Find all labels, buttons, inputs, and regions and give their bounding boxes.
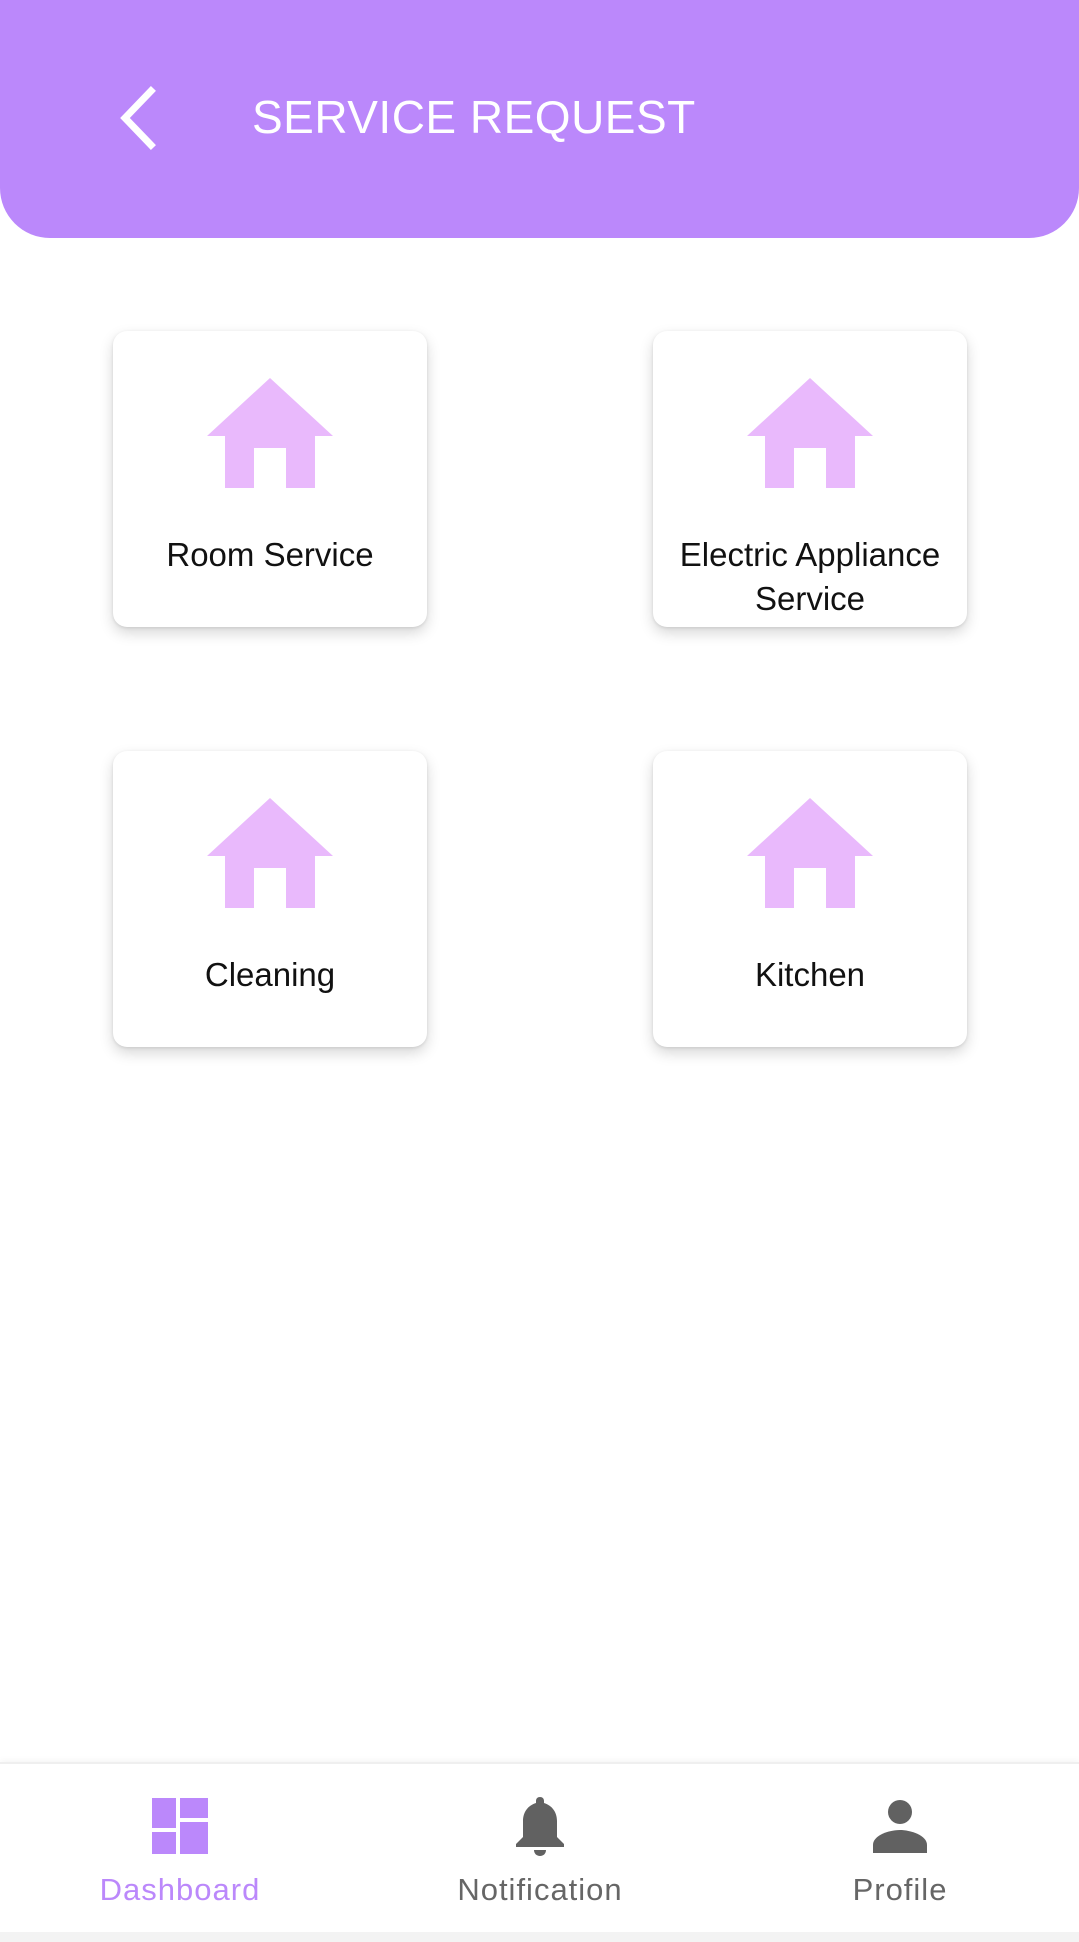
service-card-kitchen[interactable]: Kitchen	[653, 751, 967, 1047]
person-icon	[873, 1800, 927, 1853]
service-card-cleaning[interactable]: Cleaning	[113, 751, 427, 1047]
home-icon	[207, 798, 333, 908]
nav-label: Notification	[457, 1872, 623, 1907]
nav-label: Profile	[852, 1872, 948, 1907]
nav-label: Dashboard	[99, 1872, 261, 1907]
home-icon	[747, 378, 873, 488]
nav-item-dashboard[interactable]: Dashboard	[0, 1764, 360, 1934]
nav-item-profile[interactable]: Profile	[720, 1764, 1079, 1934]
app-screen: SERVICE REQUEST Room Service Electric Ap…	[0, 0, 1079, 1942]
service-card-label: Cleaning	[204, 956, 336, 993]
system-nav-strip	[0, 1932, 1079, 1942]
page-title: SERVICE REQUEST	[252, 91, 696, 143]
home-icon	[207, 378, 333, 488]
home-icon	[747, 798, 873, 908]
service-card-label: Electric Appliance Service	[679, 536, 941, 617]
service-card-electric-appliance[interactable]: Electric Appliance Service	[653, 331, 967, 627]
nav-item-notification[interactable]: Notification	[360, 1764, 720, 1934]
service-card-label: Room Service	[166, 536, 374, 573]
back-button[interactable]	[108, 80, 168, 156]
service-card-room-service[interactable]: Room Service	[113, 331, 427, 627]
bottom-navigation: Dashboard Notification Profile	[0, 1762, 1079, 1934]
bell-icon	[516, 1797, 564, 1856]
service-card-label: Kitchen	[754, 956, 866, 993]
dashboard-icon	[152, 1798, 208, 1854]
app-header: SERVICE REQUEST	[0, 0, 1079, 238]
chevron-left-icon	[120, 86, 156, 150]
